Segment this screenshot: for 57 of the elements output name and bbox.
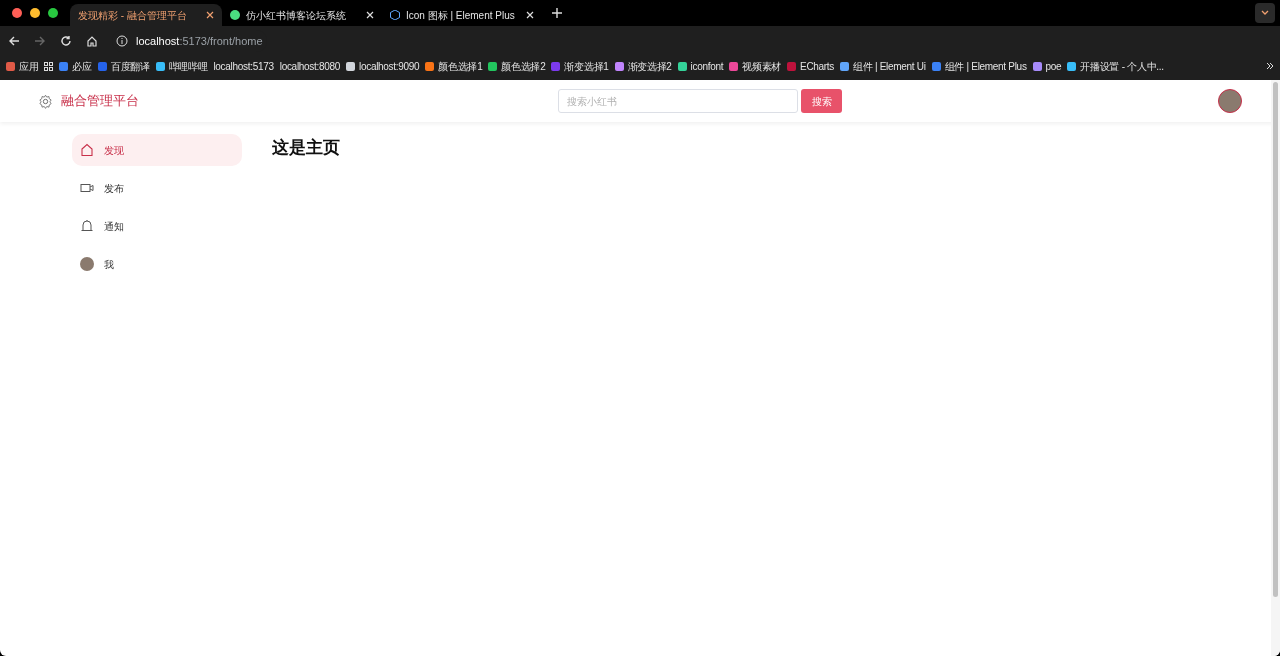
- bookmark[interactable]: localhost:8080: [279, 58, 341, 74]
- close-window-icon[interactable]: [12, 8, 22, 18]
- page-heading: 这是主页: [272, 137, 340, 159]
- back-icon[interactable]: [8, 35, 20, 47]
- browser-tab[interactable]: 发现精彩 - 融合管理平台: [70, 4, 222, 26]
- bookmark[interactable]: 视频素材: [742, 58, 781, 74]
- bookmark[interactable]: 组件 | Element Ui: [853, 58, 926, 74]
- settings-icon: [38, 93, 53, 109]
- close-icon[interactable]: [366, 11, 374, 19]
- home-icon: [80, 143, 94, 157]
- info-icon: [116, 35, 128, 47]
- video-icon: [80, 181, 94, 195]
- search-button[interactable]: 搜索: [801, 89, 842, 113]
- close-icon[interactable]: [526, 11, 534, 19]
- search-field[interactable]: 搜索小红书: [558, 89, 798, 113]
- bell-icon: [80, 219, 94, 233]
- browser-tab[interactable]: Icon 图标 | Element Plus: [382, 4, 542, 26]
- forward-icon[interactable]: [34, 35, 46, 47]
- sidebar-item[interactable]: 发布: [72, 172, 242, 204]
- tab-icon: [390, 10, 400, 20]
- url-text: localhost:5173/front/home: [136, 33, 263, 49]
- bookmark[interactable]: 哔哩哔哩: [168, 58, 208, 74]
- sidebar-item[interactable]: 我: [72, 248, 242, 280]
- brand-title: 融合管理平台: [61, 92, 139, 111]
- tab-title: Icon 图标 | Element Plus: [406, 8, 516, 23]
- scrollbar-thumb[interactable]: [1273, 82, 1278, 597]
- avatar[interactable]: [1218, 89, 1242, 113]
- reload-icon[interactable]: [60, 35, 72, 47]
- tab-icon: [230, 10, 240, 20]
- avatar: [80, 257, 94, 271]
- grid-icon[interactable]: [44, 61, 54, 71]
- sidebar-item[interactable]: 发现: [72, 134, 242, 166]
- maximize-window-icon[interactable]: [48, 8, 58, 18]
- bookmark[interactable]: iconfont: [690, 58, 724, 74]
- bookmark[interactable]: localhost:9090: [359, 58, 420, 74]
- bookmark[interactable]: 应用: [19, 58, 39, 74]
- new-tab-icon[interactable]: [552, 8, 562, 18]
- bookmark[interactable]: 渐变选择1: [564, 58, 609, 74]
- bookmark[interactable]: 渐变选择2: [627, 58, 672, 74]
- bookmark[interactable]: localhost:5173: [213, 58, 274, 74]
- bookmark[interactable]: 必应: [72, 58, 92, 74]
- bookmark[interactable]: 组件 | Element Plus: [944, 58, 1027, 74]
- minimize-window-icon[interactable]: [30, 8, 40, 18]
- bookmark[interactable]: ECharts: [800, 58, 835, 74]
- sidebar-item[interactable]: 通知: [72, 210, 242, 242]
- bookmark[interactable]: poe: [1045, 58, 1062, 74]
- home-icon[interactable]: [86, 35, 98, 47]
- bookmark[interactable]: 开播设置 - 个人中...: [1080, 58, 1164, 74]
- browser-tab[interactable]: 仿小红书博客论坛系统: [222, 4, 382, 26]
- bookmark[interactable]: 颜色选择2: [501, 58, 546, 74]
- more-bookmarks-icon[interactable]: [1266, 62, 1274, 70]
- bookmark[interactable]: 颜色选择1: [438, 58, 483, 74]
- tab-title: 仿小红书博客论坛系统: [246, 8, 347, 23]
- close-icon[interactable]: [206, 11, 214, 19]
- tab-list-icon[interactable]: [1255, 3, 1275, 23]
- tab-title: 发现精彩 - 融合管理平台: [78, 8, 188, 23]
- bookmark[interactable]: 百度翻译: [110, 58, 150, 74]
